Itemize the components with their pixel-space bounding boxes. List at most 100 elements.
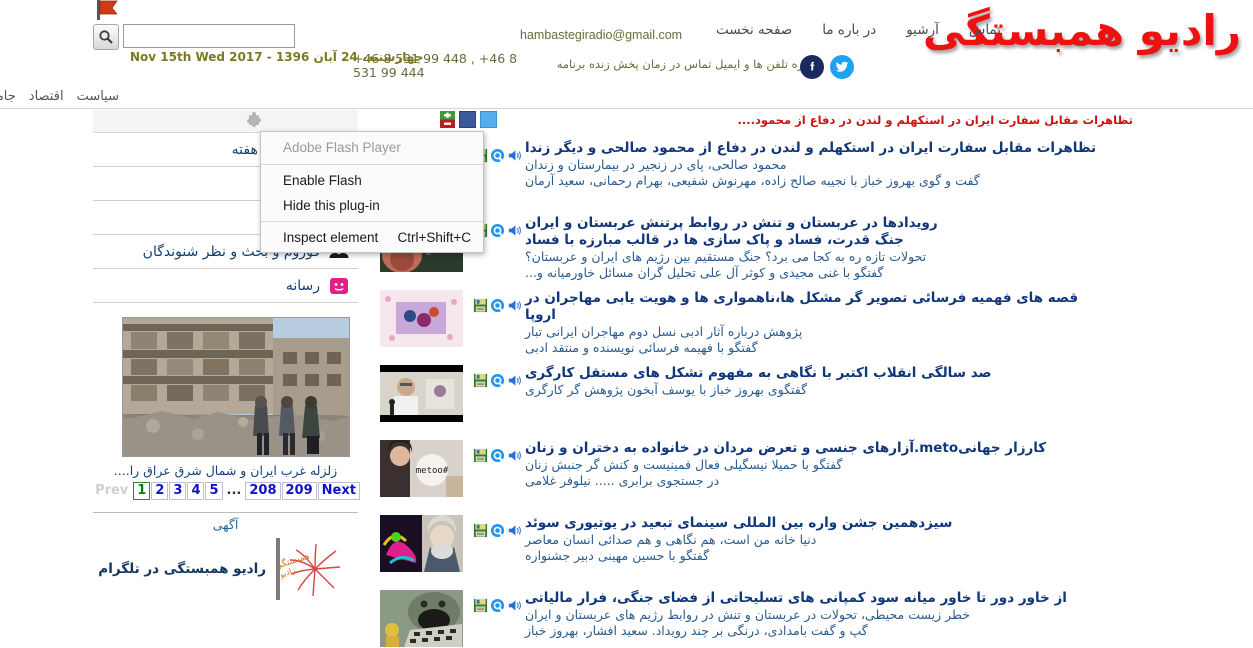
context-menu-label-1: Hide this plug-in [283, 198, 380, 213]
puzzle-piece-icon[interactable] [245, 112, 263, 130]
telegram-ad-text[interactable]: رادیو همبستگی در تلگرام [98, 561, 276, 577]
save-icon[interactable] [473, 523, 488, 538]
page-2[interactable]: 2 [151, 482, 169, 500]
quicktime-icon[interactable] [490, 373, 505, 388]
page-5[interactable]: 5 [205, 482, 223, 500]
search-icon [99, 30, 113, 44]
search-button[interactable] [93, 24, 119, 50]
context-menu-item-enable-flash[interactable]: Enable Flash [261, 168, 483, 193]
speaker-icon[interactable] [507, 298, 522, 313]
article-media-icons [473, 515, 521, 538]
speaker-icon[interactable] [507, 148, 522, 163]
twitter-share-icon[interactable] [480, 111, 497, 128]
speaker-icon[interactable] [507, 523, 522, 538]
svg-text:#metoo: #metoo [416, 466, 449, 476]
top-menu: تماس آرشیو در باره ما صفحه نخست [716, 22, 1001, 38]
article-title[interactable]: صد سالگی انقلاب اکتبر با نگاهی به مفهوم … [525, 365, 1110, 382]
pagination: Prev 1 2 3 4 5 ... 208 209 Next [95, 482, 360, 500]
facebook-icon[interactable] [800, 55, 824, 79]
context-menu-label-2: Inspect element [283, 230, 379, 245]
page-3[interactable]: 3 [169, 482, 187, 500]
contact-email[interactable]: hambastegiradio@gmail.com [520, 28, 682, 42]
article-title[interactable]: رویدادها در عربستان و تنش در روابط پرتنش… [525, 215, 1110, 249]
plugin-strip [93, 110, 358, 133]
save-icon[interactable] [473, 598, 488, 613]
speaker-icon[interactable] [507, 448, 522, 463]
article-text: سیزدهمین جشن واره بین المللی سینمای تبعی… [521, 515, 1110, 564]
save-icon[interactable] [473, 298, 488, 313]
article-thumbnail[interactable] [380, 365, 463, 422]
article-title[interactable]: تظاهرات مقابل سفارت ایران در استکهلم و ل… [525, 140, 1110, 157]
article-row: رویدادها در عربستان و تنش در روابط پرتنش… [380, 215, 1110, 280]
article-title[interactable]: کارزار جهانیmeto.آزارهای جنسی و تعرض مرد… [525, 440, 1110, 457]
page-208[interactable]: 208 [245, 482, 281, 500]
page-next[interactable]: Next [317, 482, 360, 500]
facebook-share-icon[interactable] [459, 111, 476, 128]
context-menu-label-0: Enable Flash [283, 173, 362, 188]
twitter-icon[interactable] [830, 55, 854, 79]
share-icons [440, 111, 497, 128]
quicktime-icon[interactable] [490, 448, 505, 463]
quicktime-icon[interactable] [490, 148, 505, 163]
article-subtitle-2: در جستجوی برابری ..... نیلوفر غلامی [525, 473, 720, 488]
article-text: قصه های فهمیه فرسائی تصویر گر مشکل ها،نا… [521, 290, 1110, 356]
ad-banner[interactable]: همبستگی رادیو رادیو همبستگی در تلگرام [93, 538, 358, 600]
page-ellipsis: ... [226, 483, 242, 498]
top-menu-item-1[interactable]: آرشیو [906, 22, 939, 38]
earthquake-photo[interactable] [122, 317, 350, 457]
context-menu-divider [261, 221, 483, 222]
flag-icon [95, 0, 119, 22]
article-thumbnail[interactable] [380, 515, 463, 572]
top-menu-item-2[interactable]: در باره ما [822, 22, 876, 38]
search-input[interactable] [123, 24, 295, 48]
article-thumbnail[interactable] [380, 290, 463, 347]
speaker-icon[interactable] [507, 223, 522, 238]
article-subtitle-2: گپ و گفت بامدادی، درنگی بر چند رویداد. س… [525, 623, 868, 638]
article-subtitle-2: گفت و گوی بهروز خباز با نجیبه صالح زاده،… [525, 173, 980, 188]
article-row: کارزار جهانیmeto.آزارهای جنسی و تعرض مرد… [380, 440, 1110, 502]
context-menu-item-inspect-element[interactable]: Inspect element Ctrl+Shift+C [261, 225, 483, 250]
context-menu-item-hide-plugin[interactable]: Hide this plug-in [261, 193, 483, 218]
article-thumbnail[interactable]: #metoo [380, 440, 463, 497]
quicktime-icon[interactable] [490, 598, 505, 613]
site-logo[interactable]: رادیو همبستگی [923, 0, 1242, 68]
page-root: رادیو همبستگی تماس آرشیو در باره ما صفحه… [0, 0, 1253, 648]
photo-caption[interactable]: زلزله غرب ایران و شمال شرق عراق را.... [101, 463, 350, 478]
article-title[interactable]: قصه های فهمیه فرسائی تصویر گر مشکل ها،نا… [525, 290, 1110, 324]
speaker-icon[interactable] [507, 373, 522, 388]
article-subtitle-1: گفتگو با حمیلا نیسگیلی فعال فمینیست و کن… [525, 457, 843, 472]
speaker-icon[interactable] [507, 598, 522, 613]
ticker-headline[interactable]: تظاهرات مقابل سفارت ایران در استکهلم و ل… [737, 113, 1133, 127]
save-icon[interactable] [473, 448, 488, 463]
article-row: سیزدهمین جشن واره بین المللی سینمای تبعی… [380, 515, 1110, 577]
nav-item-1[interactable]: اقتصاد [29, 89, 64, 104]
article-text: تظاهرات مقابل سفارت ایران در استکهلم و ل… [521, 140, 1110, 189]
article-row: صد سالگی انقلاب اکتبر با نگاهی به مفهوم … [380, 365, 1110, 427]
page-1[interactable]: 1 [133, 482, 151, 500]
top-menu-item-0[interactable]: تماس [969, 22, 1001, 38]
article-subtitle-1: گفتگوی بهروز خباز با یوسف آبخون پژوهش گر… [525, 382, 808, 397]
article-subtitle-2: گفتگو با غنی مجیدی و کوثر آل علی تحلیل گ… [525, 265, 884, 280]
ad-heading: آگهی [212, 517, 239, 532]
quicktime-icon[interactable] [490, 523, 505, 538]
featured-photo-box: زلزله غرب ایران و شمال شرق عراق را.... P… [93, 313, 360, 500]
article-text: صد سالگی انقلاب اکتبر با نگاهی به مفهوم … [521, 365, 1110, 398]
sidebar-label-4: رسانه [285, 277, 320, 294]
article-title[interactable]: سیزدهمین جشن واره بین المللی سینمای تبعی… [525, 515, 1110, 532]
save-icon[interactable] [473, 373, 488, 388]
article-media-icons [473, 365, 521, 388]
nav-item-2[interactable]: جامعه [0, 89, 16, 104]
sidebar-item-media[interactable]: رسانه [93, 269, 358, 303]
article-title[interactable]: از خاور دور تا خاور میانه سود کمپانی های… [525, 590, 1110, 607]
page-209[interactable]: 209 [281, 482, 317, 500]
quicktime-icon[interactable] [490, 298, 505, 313]
article-thumbnail[interactable] [380, 590, 463, 647]
nav-item-0[interactable]: سیاست [77, 89, 119, 104]
page-4[interactable]: 4 [187, 482, 205, 500]
quicktime-icon[interactable] [490, 223, 505, 238]
top-menu-item-3[interactable]: صفحه نخست [716, 22, 792, 38]
article-media-icons [473, 440, 521, 463]
plusminus-icon[interactable] [440, 111, 455, 128]
article-row: از خاور دور تا خاور میانه سود کمپانی های… [380, 590, 1110, 648]
article-subtitle-1: تحولات تازه ره به کجا می برد؟ جنگ مستقیم… [525, 249, 927, 264]
